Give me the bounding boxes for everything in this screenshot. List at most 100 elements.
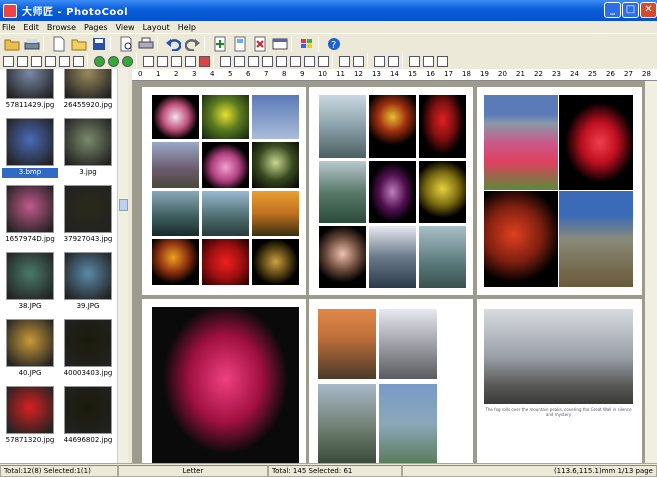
menu-pages[interactable]: Pages — [84, 23, 108, 32]
photo-river-valley[interactable] — [379, 384, 437, 463]
distribute-h-icon[interactable] — [339, 55, 350, 67]
photo-red-orchids[interactable] — [484, 191, 558, 287]
layout-4-icon[interactable] — [185, 55, 196, 67]
select-all-icon[interactable] — [3, 55, 14, 67]
photo-orchid-pink[interactable] — [202, 142, 249, 188]
thumbnail-item[interactable]: 37927043.jpg — [60, 185, 116, 251]
canvas-scrollbar[interactable] — [645, 81, 657, 463]
undo-icon[interactable] — [165, 36, 181, 52]
thumbnail-item[interactable]: 40.JPG — [2, 319, 58, 385]
minimize-button[interactable]: _ — [604, 2, 621, 18]
thumbnail-image[interactable] — [6, 185, 54, 233]
layout-1-icon[interactable] — [143, 55, 154, 67]
edit-icon[interactable] — [59, 55, 70, 67]
thumbnail-item[interactable]: 38.JPG — [2, 252, 58, 318]
distribute-v-icon[interactable] — [353, 55, 364, 67]
photo-great-wall[interactable] — [559, 191, 633, 287]
align-right-icon[interactable] — [276, 55, 287, 67]
thumbnail-scrollbar[interactable] — [117, 69, 128, 463]
thumbnail-panel[interactable]: 57811429.jpg 26455920.jpg 3.bmp 3.jpg 165797… — [0, 69, 117, 463]
photo-river-hills[interactable] — [202, 191, 249, 236]
page-canvas[interactable]: The fog rolls over the mountain peaks, c… — [132, 81, 657, 463]
photo-pagoda[interactable] — [152, 142, 199, 188]
page-next-icon[interactable] — [423, 55, 434, 67]
photo-orchid-red[interactable] — [202, 239, 249, 285]
layout-2-icon[interactable] — [157, 55, 168, 67]
grid-icon[interactable] — [31, 55, 42, 67]
photo-yellow-flowers[interactable] — [419, 161, 466, 223]
help-icon[interactable]: ? — [326, 36, 342, 52]
rotate-right-icon[interactable] — [108, 55, 119, 67]
new-file-icon[interactable] — [51, 36, 67, 52]
align-center-icon[interactable] — [262, 55, 273, 67]
photo-red-spike[interactable] — [419, 95, 466, 158]
photo-sunset[interactable] — [252, 191, 299, 236]
thumbnail-image[interactable] — [64, 69, 112, 99]
select-none-icon[interactable] — [17, 55, 28, 67]
page-1[interactable] — [142, 87, 306, 295]
menu-help[interactable]: Help — [178, 23, 196, 32]
photo-orchid-gold[interactable] — [252, 239, 299, 285]
thumbnail-item[interactable]: 26455920.jpg — [60, 69, 116, 117]
thumbnail-item[interactable]: 1657974D.jpg — [2, 185, 58, 251]
crop-icon[interactable] — [234, 55, 245, 67]
photo-orchid-white[interactable] — [152, 95, 199, 139]
thumbnail-image[interactable] — [64, 118, 112, 166]
thumbnail-image[interactable] — [64, 252, 112, 300]
thumbnail-item[interactable]: 39.JPG — [60, 252, 116, 318]
photo-flower-field[interactable] — [484, 95, 558, 190]
photo-misty-hills[interactable] — [419, 226, 466, 288]
menu-edit[interactable]: Edit — [23, 23, 39, 32]
photo-orchid-yellow[interactable] — [202, 95, 249, 139]
page-3[interactable] — [477, 87, 642, 295]
photo-river-sunset[interactable] — [318, 309, 376, 379]
thumbnail-image[interactable] — [6, 386, 54, 434]
photo-foggy-great-wall[interactable] — [484, 309, 633, 404]
thumbnail-image[interactable] — [6, 118, 54, 166]
thumbnail-image[interactable] — [64, 319, 112, 367]
thumbnail-item[interactable]: 44696802.jpg — [60, 386, 116, 452]
menu-layout[interactable]: Layout — [143, 23, 170, 32]
windows-logo-icon[interactable] — [299, 36, 315, 52]
open-file-icon[interactable] — [71, 36, 87, 52]
photo-blue-sky[interactable] — [252, 95, 299, 139]
properties-icon[interactable] — [73, 55, 84, 67]
redo-icon[interactable] — [185, 36, 201, 52]
page-4[interactable] — [142, 299, 306, 463]
page-2[interactable] — [309, 87, 473, 295]
photo-purple-orchid[interactable] — [369, 161, 416, 223]
same-width-icon[interactable] — [374, 55, 385, 67]
page-layout-icon[interactable] — [232, 36, 248, 52]
photo-red-cone[interactable] — [559, 95, 633, 190]
page-6[interactable]: The fog rolls over the mountain peaks, c… — [477, 299, 642, 463]
menu-file[interactable]: File — [2, 23, 15, 32]
align-left-icon[interactable] — [248, 55, 259, 67]
thumbnail-image[interactable] — [64, 386, 112, 434]
page-prev-icon[interactable] — [409, 55, 420, 67]
thumbnail-image[interactable] — [6, 252, 54, 300]
thumbnail-item[interactable]: 3.bmp — [2, 118, 58, 184]
same-height-icon[interactable] — [388, 55, 399, 67]
thumbnail-image[interactable] — [6, 69, 54, 99]
thumbnail-image[interactable] — [6, 319, 54, 367]
photo-orchid-orange[interactable] — [152, 239, 199, 285]
photo-karst-hills[interactable] — [152, 191, 199, 236]
thumbnail-item[interactable]: 57811429.jpg — [2, 69, 58, 117]
page-last-icon[interactable] — [437, 55, 448, 67]
frame-icon[interactable] — [220, 55, 231, 67]
list-icon[interactable] — [45, 55, 56, 67]
photo-rocky-shore[interactable] — [318, 384, 376, 463]
thumbnail-item[interactable]: 57871320.jpg — [2, 386, 58, 452]
print-icon[interactable] — [138, 36, 154, 52]
scrollbar-thumb[interactable] — [119, 199, 128, 211]
color-icon[interactable] — [199, 55, 210, 67]
window-icon[interactable] — [272, 36, 288, 52]
rotate-left-icon[interactable] — [94, 55, 105, 67]
thumbnail-item[interactable]: 40003403.jpg — [60, 319, 116, 385]
menu-view[interactable]: View — [116, 23, 135, 32]
flip-icon[interactable] — [122, 55, 133, 67]
align-top-icon[interactable] — [290, 55, 301, 67]
photo-pink-orchids[interactable] — [319, 226, 366, 288]
photo-snow-mountain[interactable] — [369, 226, 416, 288]
photo-clouds[interactable] — [319, 95, 366, 158]
